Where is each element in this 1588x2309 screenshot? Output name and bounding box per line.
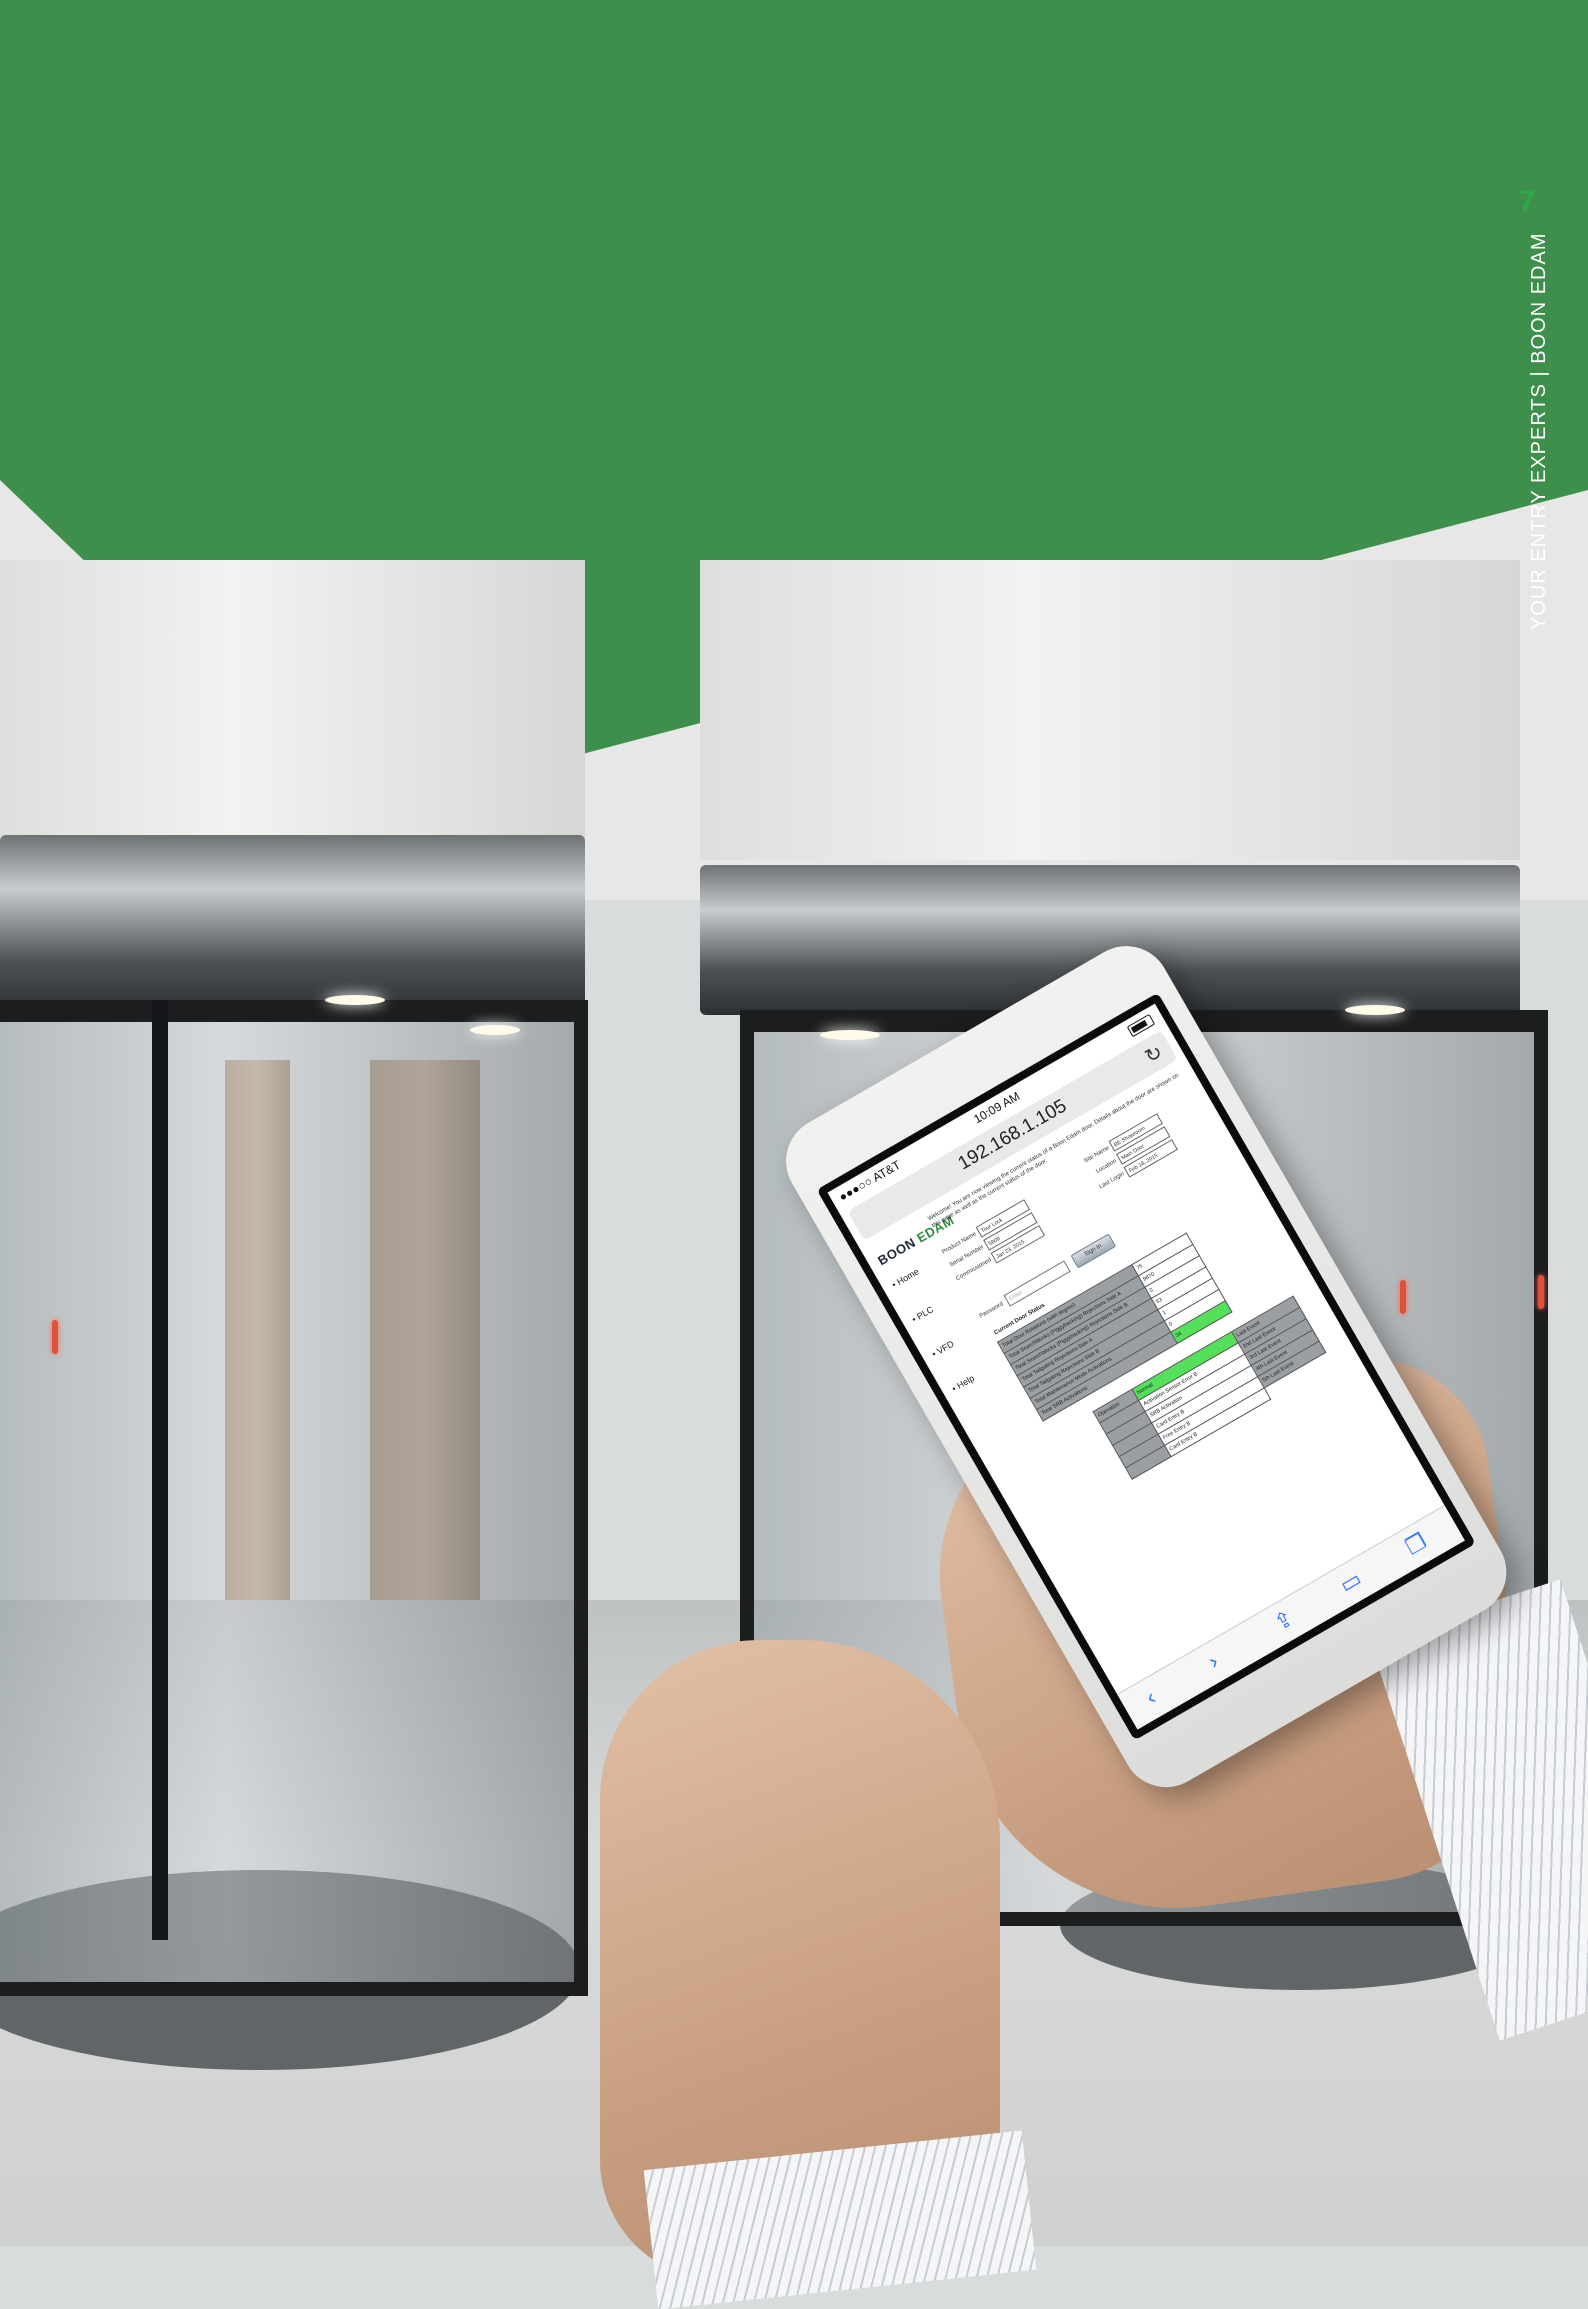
left-door-canopy — [0, 835, 585, 1015]
left-pillar — [0, 560, 585, 840]
share-icon[interactable]: ⇪ — [1269, 1605, 1298, 1637]
ceiling-light — [470, 1025, 520, 1035]
ceiling-light — [325, 995, 385, 1005]
nav-vfd[interactable]: VFD — [930, 1336, 961, 1359]
back-icon[interactable]: ‹ — [1141, 1684, 1160, 1710]
page-number: 7 — [1518, 185, 1536, 218]
status-led — [1400, 1280, 1406, 1314]
nav-plc[interactable]: PLC — [910, 1301, 941, 1324]
ceiling-light — [820, 1030, 880, 1040]
status-led — [52, 1320, 58, 1354]
door-post — [152, 1000, 168, 1940]
right-pillar — [700, 560, 1520, 860]
status-led — [1538, 1275, 1544, 1309]
forward-icon[interactable]: › — [1204, 1648, 1223, 1674]
nav-home[interactable]: Home — [890, 1266, 921, 1289]
battery-icon — [1126, 1013, 1156, 1038]
password-label: Password — [978, 1300, 1005, 1320]
ceiling-light — [1345, 1005, 1405, 1015]
brand-caption: YOUR ENTRY EXPERTS | BOON EDAM — [1528, 232, 1550, 631]
left-revolving-door — [0, 1000, 588, 1996]
tabs-icon[interactable]: ❐ — [1401, 1528, 1431, 1560]
logo-boon: BOON — [875, 1232, 922, 1269]
bookmarks-icon[interactable]: ▭ — [1335, 1566, 1366, 1599]
nav-help[interactable]: Help — [950, 1370, 981, 1393]
background-photo — [0, 0, 1588, 2309]
